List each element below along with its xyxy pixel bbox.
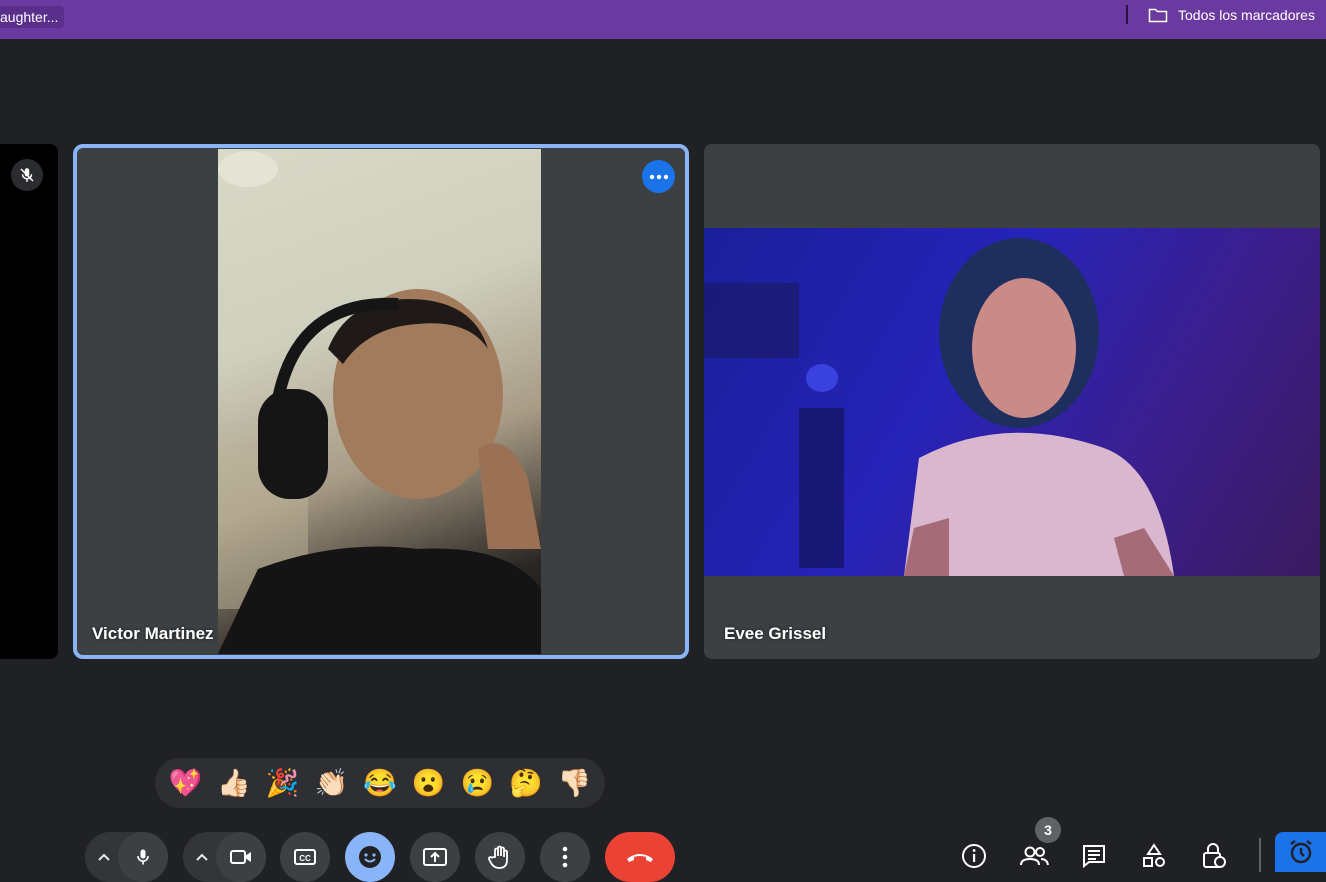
svg-text:CC: CC — [299, 854, 311, 863]
chat-button[interactable] — [1072, 834, 1116, 878]
alarm-clock-icon — [1289, 840, 1312, 864]
reaction-tears-of-joy[interactable]: 😂 — [358, 769, 402, 797]
present-to-all-icon — [423, 848, 447, 866]
bookmark-item-truncated[interactable]: aughter... — [0, 6, 65, 28]
chevron-up-icon — [98, 853, 110, 861]
captions-button[interactable]: CC — [280, 832, 330, 882]
meeting-details-button[interactable] — [952, 834, 996, 878]
reaction-crying[interactable]: 😢 — [455, 769, 499, 797]
more-vert-icon — [562, 846, 568, 868]
chat-icon — [1083, 845, 1105, 869]
folder-icon — [1148, 8, 1168, 23]
activities-button[interactable] — [1132, 834, 1176, 878]
videocam-icon — [230, 850, 251, 864]
more-options-toolbar-button[interactable] — [540, 832, 590, 882]
participant-tile-victor[interactable]: Victor Martinez — [73, 144, 689, 659]
mic-off-icon — [20, 168, 34, 182]
present-screen-button[interactable] — [410, 832, 460, 882]
person-silhouette — [704, 238, 1174, 576]
reactions-toggle-button[interactable] — [345, 832, 395, 882]
call-end-icon — [627, 854, 653, 862]
reaction-sparkling-heart[interactable]: 💖 — [163, 769, 207, 797]
closed-captions-icon: CC — [294, 849, 316, 865]
participant-video — [218, 149, 541, 654]
participant-tile-partial[interactable] — [0, 144, 58, 659]
participant-tile-evee[interactable]: Evee Grissel — [704, 144, 1320, 659]
all-bookmarks-label: Todos los marcadores — [1178, 7, 1315, 23]
microphone-button[interactable] — [118, 832, 168, 882]
participants-count-badge: 3 — [1035, 817, 1061, 843]
hand-icon — [488, 845, 508, 869]
shapes-icon — [1143, 843, 1165, 867]
reactions-bar: 💖 👍🏻 🎉 👏🏻 😂 😮 😢 🤔 👎🏻 — [155, 758, 605, 808]
bookmarks-separator — [1126, 5, 1128, 24]
reaction-thinking[interactable]: 🤔 — [504, 769, 548, 797]
leave-call-button[interactable] — [605, 832, 675, 882]
camera-button[interactable] — [216, 832, 266, 882]
all-bookmarks-button[interactable]: Todos los marcadores — [1148, 5, 1315, 25]
reaction-party-popper[interactable]: 🎉 — [261, 769, 305, 797]
mic-muted-badge — [11, 159, 43, 191]
raise-hand-button[interactable] — [475, 832, 525, 882]
participant-video — [704, 228, 1320, 576]
chevron-up-icon — [196, 853, 208, 861]
info-icon — [962, 844, 986, 868]
person-silhouette — [218, 151, 541, 654]
participant-name: Evee Grissel — [724, 624, 827, 643]
reaction-clapping[interactable]: 👏🏻 — [309, 769, 353, 797]
mic-options-button[interactable] — [92, 845, 116, 869]
reaction-surprised[interactable]: 😮 — [407, 769, 451, 797]
lock-person-icon — [1203, 843, 1226, 868]
host-controls-button[interactable] — [1192, 834, 1236, 878]
reaction-thumbs-down[interactable]: 👎🏻 — [553, 769, 597, 797]
bookmarks-bar: aughter... Todos los marcadores — [0, 0, 1326, 39]
microphone-icon — [137, 849, 149, 865]
toolbar-divider — [1259, 838, 1261, 872]
timer-button[interactable] — [1275, 832, 1326, 872]
more-horiz-icon — [649, 174, 668, 179]
camera-options-button[interactable] — [190, 845, 214, 869]
emoji-smile-icon — [359, 846, 381, 868]
people-icon — [1020, 846, 1049, 866]
participant-name: Victor Martinez — [92, 624, 214, 643]
more-options-button[interactable] — [642, 160, 675, 193]
reaction-thumbs-up[interactable]: 👍🏻 — [212, 769, 256, 797]
